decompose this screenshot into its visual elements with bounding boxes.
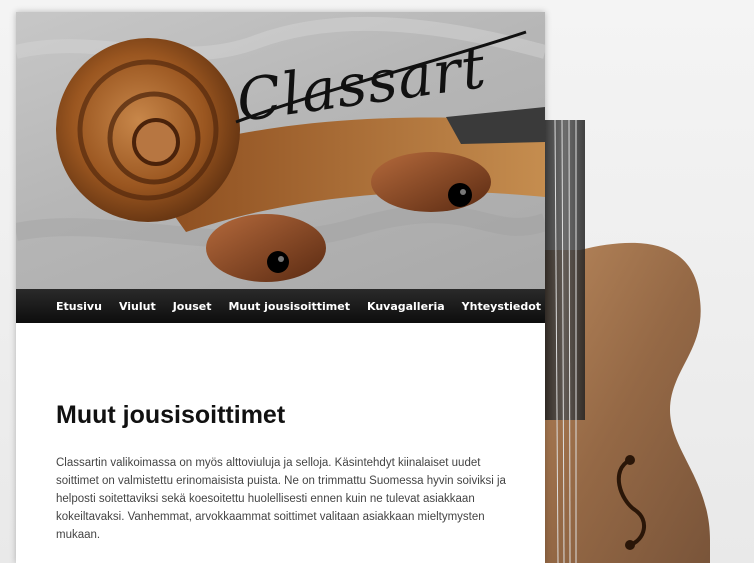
header-image: Classart <box>16 12 545 289</box>
main-content: Muut jousisoittimet Classartin valikoima… <box>16 323 545 563</box>
page-container: Classart Etusivu Viulut Jouset Muut jous… <box>16 12 545 563</box>
nav-item-jouset[interactable]: Jouset <box>173 300 212 313</box>
content-paragraph: Classartin valikoimassa on myös alttoviu… <box>56 457 506 541</box>
violin-body-image <box>520 120 754 563</box>
nav-item-kuvagalleria[interactable]: Kuvagalleria <box>367 300 445 313</box>
main-navigation: Etusivu Viulut Jouset Muut jousisoittime… <box>16 289 545 323</box>
nav-item-muut-jousisoittimet[interactable]: Muut jousisoittimet <box>228 300 350 313</box>
page-title: Muut jousisoittimet <box>56 401 286 429</box>
nav-item-yhteystiedot[interactable]: Yhteystiedot <box>462 300 541 313</box>
nav-item-etusivu[interactable]: Etusivu <box>56 300 102 313</box>
nav-item-viulut[interactable]: Viulut <box>119 300 156 313</box>
